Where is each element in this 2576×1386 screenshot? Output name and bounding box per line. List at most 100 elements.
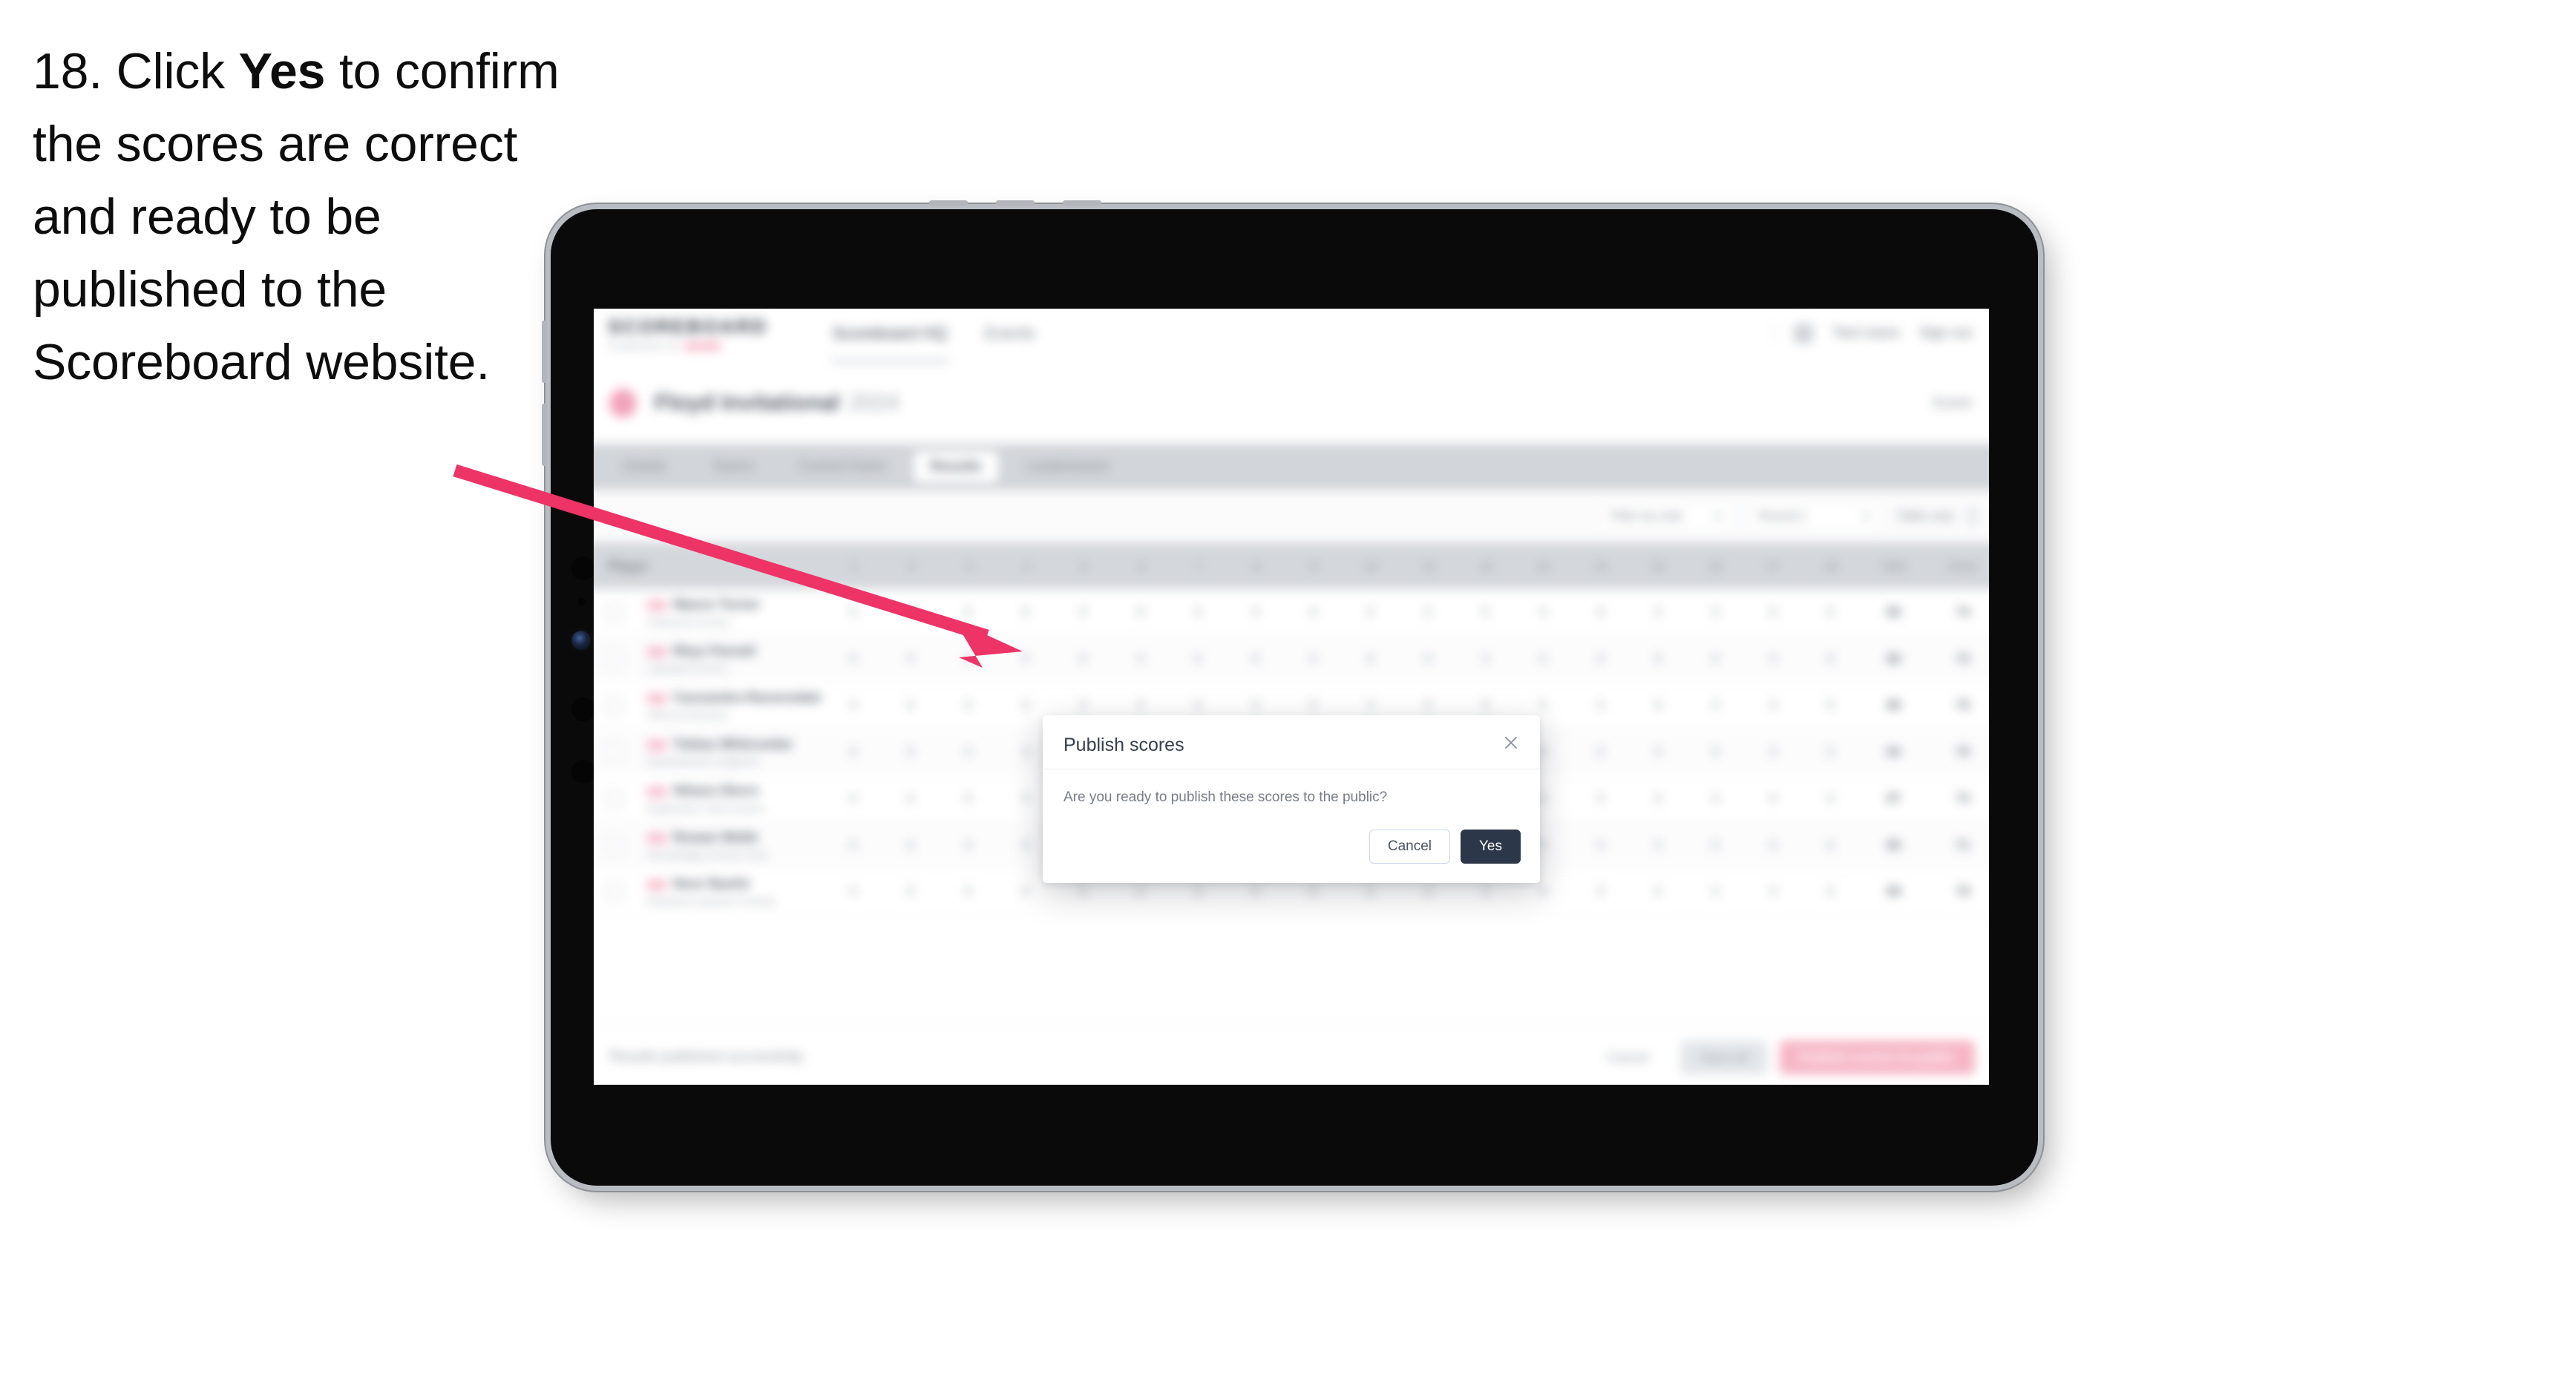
score-cell[interactable]: 8 [1802,791,1859,806]
top-button-3[interactable] [1063,200,1101,206]
score-cell[interactable]: 9 [939,744,996,759]
score-cell[interactable]: 9 [1112,651,1169,666]
score-cell[interactable]: 8 [1687,744,1744,759]
row-checkbox[interactable] [605,649,623,669]
score-cell[interactable]: 9 [1342,605,1399,620]
score-cell[interactable]: 9 [1744,884,1801,899]
score-cell[interactable]: 9 [1744,791,1801,806]
row-checkbox[interactable] [605,835,623,855]
score-cell[interactable]: 9 [1457,884,1514,899]
score-cell[interactable]: 8 [997,884,1054,899]
cancel-button[interactable]: Cancel [1369,830,1450,864]
score-cell[interactable]: 8 [882,744,939,759]
score-cell[interactable]: 9 [939,605,996,620]
row-checkbox-cell[interactable] [594,696,647,715]
score-cell[interactable]: 8 [997,698,1054,713]
score-cell[interactable]: 9 [825,884,882,899]
score-cell[interactable]: 8 [1342,884,1399,899]
score-cell[interactable]: 8 [1514,884,1571,899]
score-cell[interactable]: 9 [1457,651,1514,666]
score-cell[interactable]: 9 [825,791,882,806]
score-cell[interactable]: 8 [1112,605,1169,620]
score-cell[interactable]: 9 [1227,605,1284,620]
score-cell[interactable]: 8 [1802,651,1859,666]
score-cell[interactable]: 8 [1802,698,1859,713]
score-cell[interactable]: 9 [1802,605,1859,620]
search-input[interactable] [608,503,1029,530]
score-cell[interactable]: 9 [1514,698,1571,713]
tab-teams[interactable]: Teams [695,451,770,483]
score-cell[interactable]: 9 [882,698,939,713]
toggle-icon[interactable] [1967,506,1978,527]
score-cell[interactable]: 9 [1744,651,1801,666]
score-cell[interactable]: 8 [1284,698,1341,713]
filter-by-club-select[interactable]: Filter by club [1599,501,1734,532]
score-cell[interactable]: 8 [939,651,996,666]
score-cell[interactable]: 8 [997,605,1054,620]
row-checkbox-cell[interactable] [594,835,647,855]
yes-button[interactable]: Yes [1461,830,1521,864]
score-cell[interactable]: 9 [1572,698,1629,713]
row-checkbox-cell[interactable] [594,743,647,761]
score-cell[interactable]: 8 [1284,884,1341,899]
score-cell[interactable]: 8 [1572,605,1629,620]
score-cell[interactable]: 9 [882,884,939,899]
nav-link-events[interactable]: Events [983,309,1037,363]
save-all-button[interactable]: Save all [1680,1040,1768,1074]
score-cell[interactable]: 9 [1802,744,1859,759]
score-cell[interactable]: 9 [1687,791,1744,806]
score-cell[interactable]: 8 [1457,698,1514,713]
tab-results[interactable]: Results [914,451,999,483]
score-cell[interactable]: 8 [825,744,882,759]
score-cell[interactable]: 9 [1169,605,1226,620]
row-checkbox-cell[interactable] [594,882,647,901]
score-cell[interactable]: 8 [1572,744,1629,759]
score-cell[interactable]: 9 [1227,884,1284,899]
score-cell[interactable]: 9 [1802,838,1859,853]
score-cell[interactable]: 8 [1399,698,1456,713]
score-cell[interactable]: 8 [1629,791,1686,806]
event-breadcrumb[interactable]: Event [1933,395,1972,412]
sign-out-link[interactable]: Sign out [1919,325,1972,341]
score-cell[interactable]: 8 [1342,651,1399,666]
top-button-2[interactable] [996,200,1035,206]
score-cell[interactable]: 9 [997,651,1054,666]
score-cell[interactable]: 8 [939,698,996,713]
score-cell[interactable]: 9 [1629,605,1686,620]
score-cell[interactable]: 9 [1112,698,1169,713]
round-select[interactable]: Round 1 [1747,501,1883,532]
score-cell[interactable]: 8 [1629,698,1686,713]
score-cell[interactable]: 9 [1054,884,1111,899]
row-checkbox[interactable] [605,696,623,715]
score-cell[interactable]: 8 [1054,651,1111,666]
score-cell[interactable]: 9 [1399,884,1456,899]
score-cell[interactable]: 9 [882,651,939,666]
score-cell[interactable]: 9 [1342,698,1399,713]
score-cell[interactable]: 8 [1457,605,1514,620]
nav-link-scoreboard-hq[interactable]: Scoreboard HQ [830,309,948,363]
top-button-1[interactable] [929,200,968,206]
nav-user-label[interactable]: Test Users [1832,325,1900,341]
score-cell[interactable]: 8 [1572,791,1629,806]
bell-icon[interactable] [1793,323,1813,344]
score-cell[interactable]: 9 [882,838,939,853]
score-cell[interactable]: 8 [1744,838,1801,853]
score-cell[interactable]: 8 [1629,651,1686,666]
row-checkbox[interactable] [605,743,623,761]
table-row[interactable]: Maeve Turner Oakwood Archery 9 8 9 8 9 8 9 9 8 9 9 8 9… [594,589,1989,637]
score-cell[interactable]: 9 [1687,698,1744,713]
score-cell[interactable]: 8 [1802,884,1859,899]
score-cell[interactable]: 8 [939,791,996,806]
footer-cancel-link[interactable]: Cancel [1587,1040,1668,1074]
row-checkbox-cell[interactable] [594,649,647,669]
score-cell[interactable]: 8 [1284,605,1341,620]
row-checkbox[interactable] [605,789,623,808]
score-cell[interactable]: 8 [1744,698,1801,713]
close-icon[interactable] [1500,732,1522,754]
row-checkbox[interactable] [605,603,623,622]
score-cell[interactable]: 9 [825,605,882,620]
score-cell[interactable]: 9 [1227,698,1284,713]
row-checkbox[interactable] [605,882,623,901]
score-cell[interactable]: 9 [1572,838,1629,853]
score-cell[interactable]: 9 [939,838,996,853]
